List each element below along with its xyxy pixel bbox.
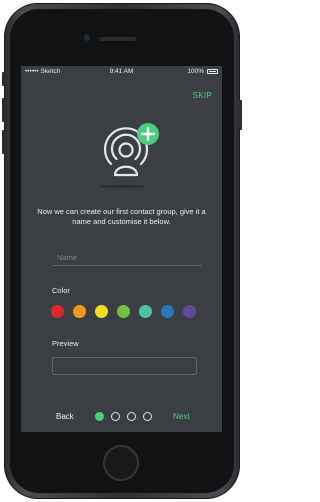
home-button[interactable] bbox=[103, 445, 139, 481]
page-dot-3 bbox=[127, 412, 136, 421]
swatch-green[interactable] bbox=[117, 305, 130, 318]
earpiece-speaker bbox=[100, 37, 136, 41]
volume-down-button bbox=[2, 130, 5, 154]
battery-icon bbox=[207, 69, 218, 74]
page-dot-4 bbox=[143, 412, 152, 421]
contact-broadcast-icon bbox=[103, 123, 159, 177]
back-button[interactable]: Back bbox=[56, 412, 74, 421]
front-camera bbox=[84, 35, 90, 41]
swatch-teal[interactable] bbox=[139, 305, 152, 318]
group-name-input[interactable] bbox=[52, 249, 202, 266]
color-label: Color bbox=[52, 286, 70, 295]
volume-up-button bbox=[2, 98, 5, 122]
next-button[interactable]: Next bbox=[173, 412, 189, 421]
page-dot-2 bbox=[111, 412, 120, 421]
preview-box bbox=[52, 357, 197, 375]
page-dot-1 bbox=[95, 412, 104, 421]
intro-text: Now we can create our first contact grou… bbox=[37, 207, 206, 226]
color-swatch-row bbox=[51, 305, 201, 318]
app-screen: •••••• Sketch 9:41 AM 100% SKIP Now we c… bbox=[21, 66, 222, 432]
mute-switch bbox=[2, 72, 5, 86]
icon-shadow bbox=[99, 185, 145, 188]
preview-label: Preview bbox=[52, 339, 79, 348]
skip-button[interactable]: SKIP bbox=[193, 91, 212, 100]
swatch-yellow[interactable] bbox=[95, 305, 108, 318]
battery-percent: 100% bbox=[187, 68, 204, 75]
plus-icon bbox=[137, 123, 159, 145]
swatch-orange[interactable] bbox=[73, 305, 86, 318]
power-button bbox=[239, 100, 242, 130]
status-bar: •••••• Sketch 9:41 AM 100% bbox=[21, 66, 222, 77]
swatch-purple[interactable] bbox=[183, 305, 196, 318]
swatch-blue[interactable] bbox=[161, 305, 174, 318]
swatch-red[interactable] bbox=[51, 305, 64, 318]
